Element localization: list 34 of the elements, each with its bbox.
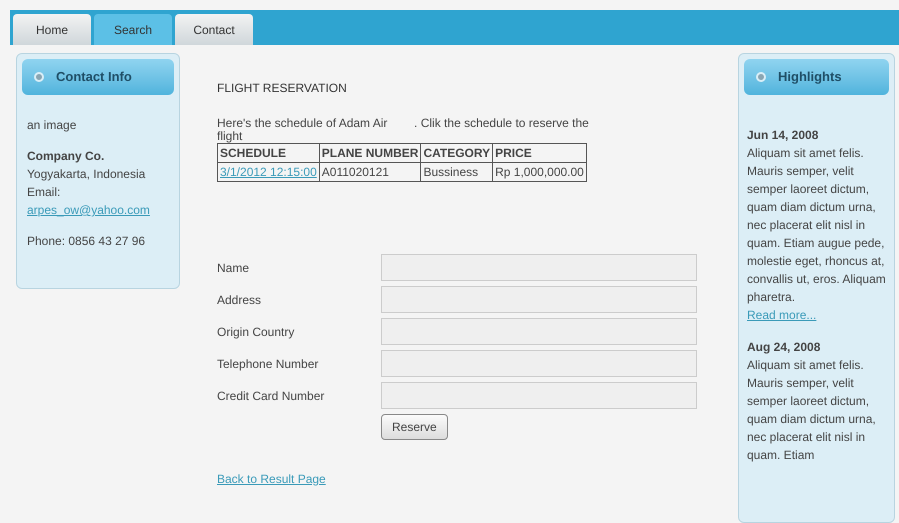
reserve-button[interactable]: Reserve (381, 414, 448, 440)
address-text: Yogyakarta, Indonesia (27, 166, 146, 183)
image-placeholder-text: an image (27, 117, 78, 134)
nav-tab[interactable]: Home (13, 14, 91, 45)
page-title: FLIGHT RESERVATION (217, 80, 348, 97)
column-header: CATEGORY (420, 144, 493, 162)
phone-text: Phone: 0856 43 27 96 (27, 233, 146, 250)
highlight-text: Aliquam sit amet felis. Mauris semper, velit semper laoreet dictum, quam diam dictum urna, nec placerat elit nisl in quam. Etiam augue pede, molestie eget, rhoncus at, convallis ut, eros. Aliquam pharetra. (747, 145, 886, 306)
table-cell: A011020121 (319, 162, 421, 182)
table-cell: Rp 1,000,000.00 (492, 162, 586, 182)
company-name: Company Co. (27, 148, 106, 165)
input-field[interactable] (381, 350, 697, 377)
input-field[interactable] (381, 318, 697, 345)
column-header: PLANE NUMBER (319, 144, 421, 162)
table-cell: Bussiness (420, 162, 493, 182)
field-label: Telephone Number (217, 356, 320, 372)
email-label: Email: (27, 184, 62, 201)
field-label: Address (217, 292, 262, 308)
intro-text: Here's the schedule of Adam Air . Clik the schedule to reserve the flight (217, 117, 590, 143)
highlight-text: Aliquam sit amet felis. Mauris semper, velit semper laoreet dictum, quam diam dictum urna, nec placerat elit nisl in quam. Etiam (747, 357, 877, 464)
input-field[interactable] (381, 286, 697, 313)
nav-tab[interactable]: Search (94, 14, 172, 45)
column-header: PRICE (492, 144, 586, 162)
input-field[interactable] (381, 254, 697, 281)
panel-title: Highlights (778, 68, 842, 86)
highlight-date: Jun 14, 2008 (747, 127, 820, 144)
highlight-date: Aug 24, 2008 (747, 339, 822, 356)
input-field[interactable] (381, 382, 697, 409)
field-label: Credit Card Number (217, 388, 326, 404)
panel-title: Contact Info (56, 68, 132, 86)
column-header: SCHEDULE (218, 144, 320, 162)
field-label: Name (217, 260, 250, 276)
field-label: Origin Country (217, 324, 296, 340)
nav-tab[interactable]: Contact (175, 14, 253, 45)
